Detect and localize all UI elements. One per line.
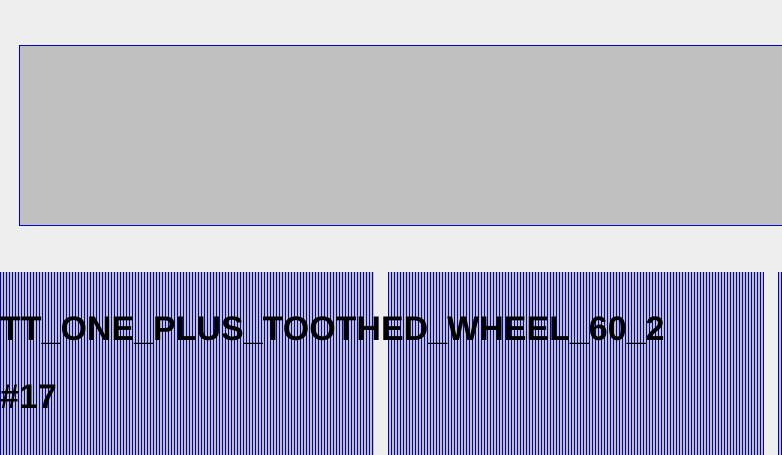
striped-tile-left <box>0 272 374 455</box>
item-index-label: #17 <box>0 378 57 416</box>
preview-panel <box>19 45 782 226</box>
striped-tile-right-edge <box>778 272 782 455</box>
striped-tile-middle <box>388 272 764 455</box>
item-name-label: TT_ONE_PLUS_TOOTHED_WHEEL_60_2 <box>0 310 665 348</box>
